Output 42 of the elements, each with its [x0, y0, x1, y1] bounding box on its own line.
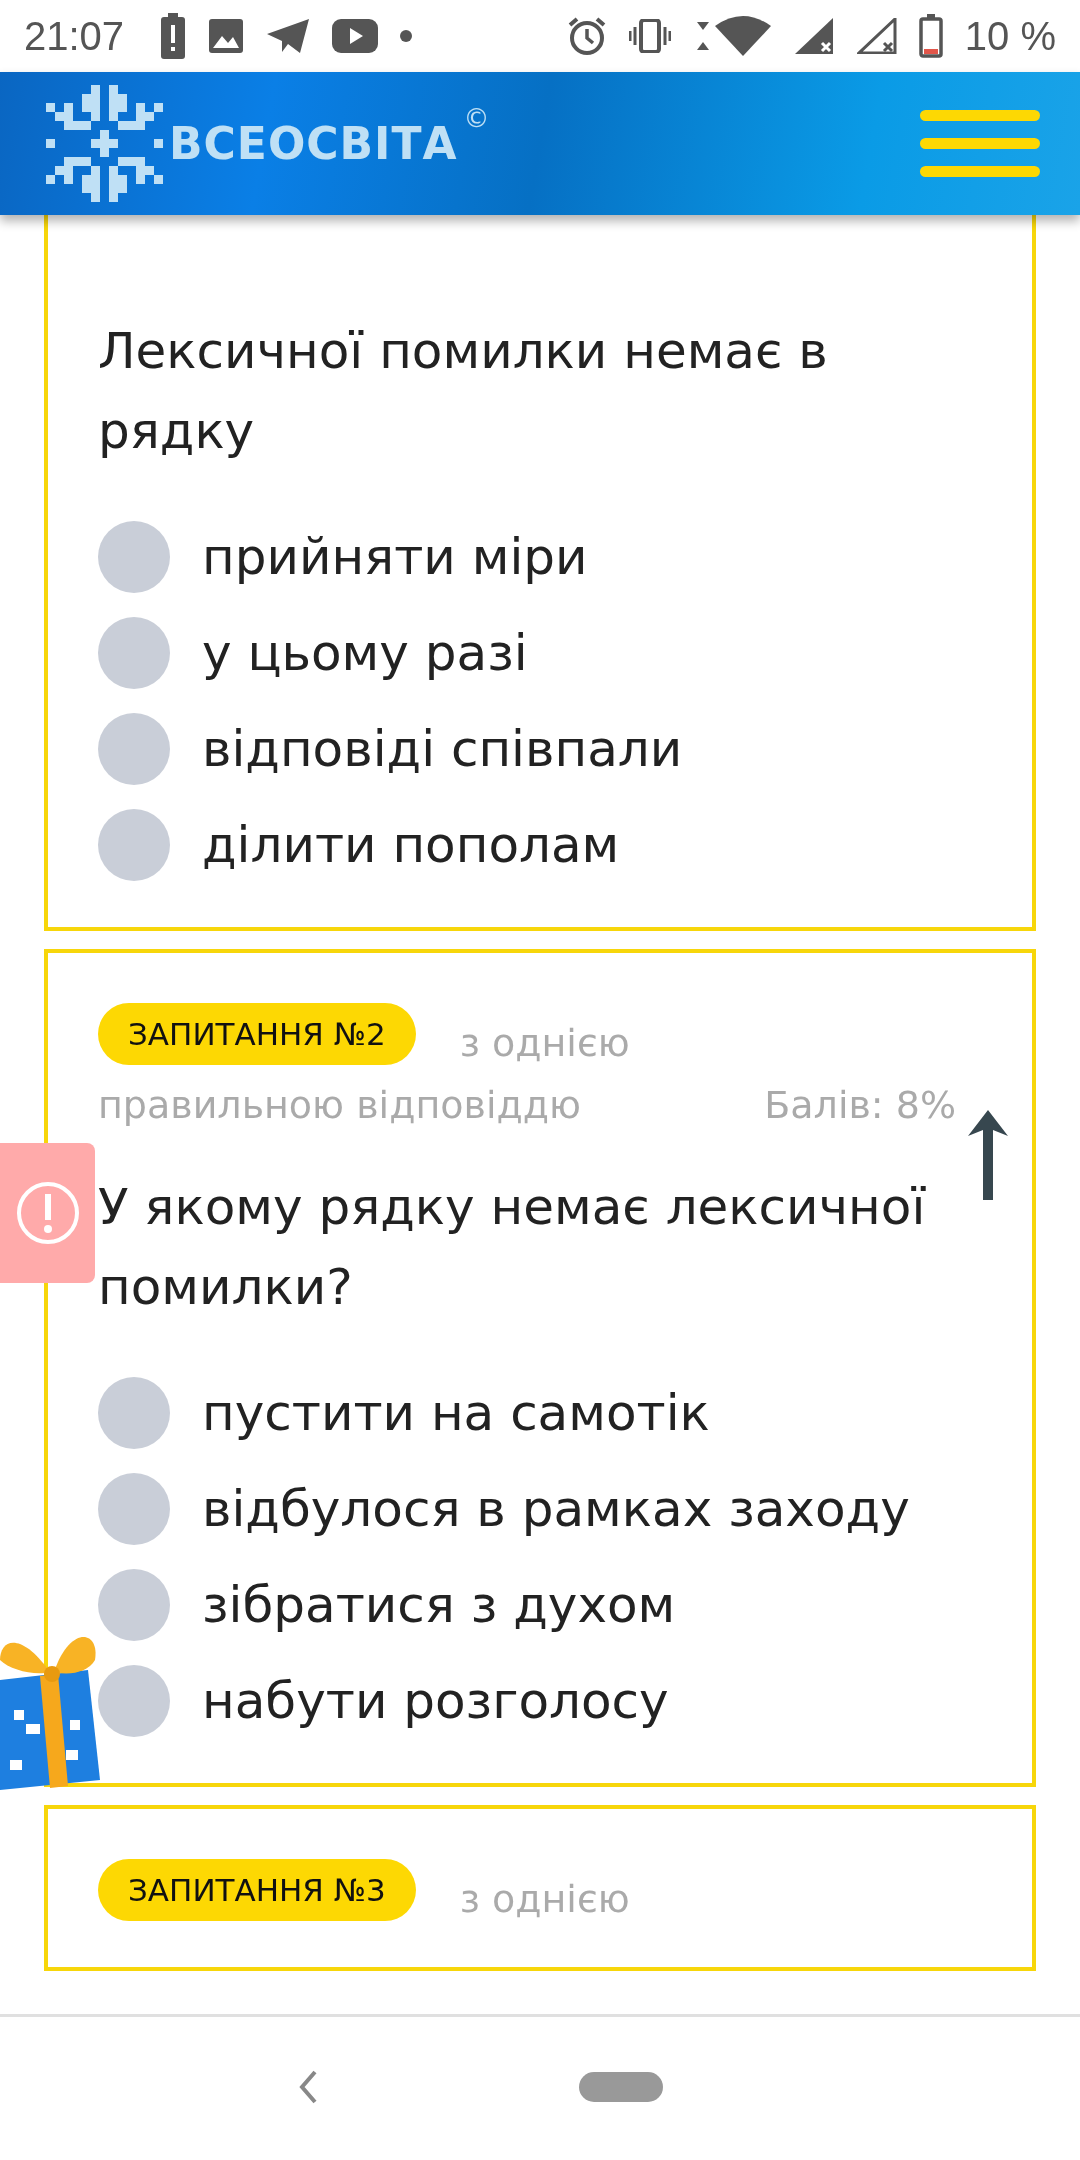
question-type-text: з однією	[459, 1877, 630, 1921]
image-icon	[208, 18, 245, 54]
answer-option[interactable]: у цьому разі	[98, 617, 996, 689]
answer-option[interactable]: відбулося в рамках заходу	[98, 1473, 996, 1545]
alert-icon	[14, 1180, 81, 1246]
question-type-text: правильною відповіддю	[98, 1083, 581, 1127]
option-label: відбулося в рамках заходу	[202, 1480, 910, 1538]
question-type-text: з однією	[459, 1021, 630, 1065]
status-time: 21:07	[24, 13, 125, 59]
option-label: пустити на самотік	[202, 1384, 710, 1442]
answer-option[interactable]: прийняти міри	[98, 521, 996, 593]
option-label: зібратися з духом	[202, 1576, 676, 1634]
option-label: ділити пополам	[202, 816, 620, 874]
snowflake-logo-icon	[46, 85, 163, 202]
play-icon	[332, 19, 379, 53]
copyright-sign: ©	[463, 103, 490, 133]
answer-option[interactable]: зібратися з духом	[98, 1569, 996, 1641]
home-button[interactable]	[579, 2072, 663, 2105]
alarm-icon	[566, 16, 607, 56]
answer-option[interactable]: ділити пополам	[98, 809, 996, 881]
answer-option[interactable]: відповіді співпали	[98, 713, 996, 785]
score-text: Балів: 8%	[764, 1083, 956, 1127]
option-label: відповіді співпали	[202, 720, 683, 778]
answer-option[interactable]: набути розголосу	[98, 1665, 996, 1737]
paper-plane-icon	[266, 18, 311, 54]
option-label: набути розголосу	[202, 1672, 669, 1730]
question-number-badge: ЗАПИТАННЯ №3	[98, 1859, 416, 1921]
signal-icon	[856, 18, 897, 54]
dot-icon	[400, 30, 413, 42]
option-label: у цьому разі	[202, 624, 528, 682]
battery-icon	[918, 14, 943, 58]
scroll-up-button[interactable]	[966, 1108, 1010, 1203]
answer-option[interactable]: пустити на самотік	[98, 1377, 996, 1449]
question-text: У якому рядку немає лексичної помилки?	[98, 1177, 926, 1318]
vibrate-icon	[628, 19, 671, 53]
question-number-badge: ЗАПИТАННЯ №2	[98, 1003, 416, 1065]
option-label: прийняти міри	[202, 528, 588, 586]
signal-icon	[794, 18, 835, 54]
question-text: Лексичної помилки немає в рядку	[98, 321, 829, 462]
battery-alert-icon	[160, 13, 187, 59]
alert-tab[interactable]	[0, 1143, 95, 1283]
battery-percent: 10 %	[964, 13, 1056, 59]
